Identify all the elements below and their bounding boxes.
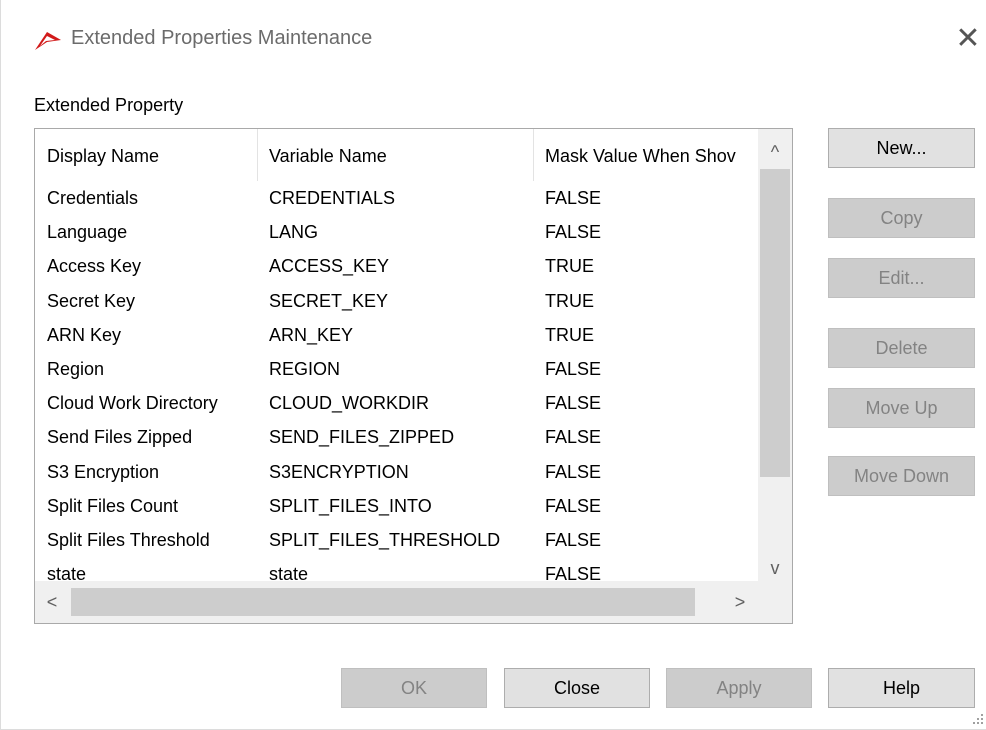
scroll-right-arrow-icon[interactable]: >	[723, 581, 757, 623]
table-row[interactable]: Split Files Threshold SPLIT_FILES_THRESH…	[35, 523, 757, 557]
table-row[interactable]: Secret Key SECRET_KEY TRUE	[35, 284, 757, 318]
cell-display-name: Access Key	[47, 256, 142, 277]
table-row[interactable]: Credentials CREDENTIALS FALSE	[35, 181, 757, 215]
scroll-corner	[758, 581, 792, 623]
cell-display-name: Split Files Count	[47, 495, 179, 516]
cell-mask-value: FALSE	[545, 358, 602, 379]
cell-mask-value: FALSE	[545, 461, 602, 482]
cell-display-name: Credentials	[47, 188, 139, 208]
close-button[interactable]: Close	[504, 668, 650, 708]
cell-mask-value: TRUE	[545, 290, 594, 311]
cell-mask-value: FALSE	[545, 495, 602, 516]
scroll-down-arrow-icon[interactable]: v	[758, 551, 792, 585]
cell-variable-name: ACCESS_KEY	[269, 256, 390, 277]
table-row[interactable]: Language LANG FALSE	[35, 215, 757, 249]
dialog-window: Extended Properties Maintenance ✕ Extend…	[0, 0, 986, 730]
cell-variable-name: CREDENTIALS	[269, 188, 396, 208]
column-header-variable-name[interactable]: Variable Name	[257, 129, 533, 181]
cell-mask-value: TRUE	[545, 256, 594, 277]
cell-variable-name: LANG	[269, 222, 319, 243]
cell-variable-name: SPLIT_FILES_THRESHOLD	[269, 529, 501, 550]
table-header: Display Name Variable Name Mask Value Wh…	[35, 129, 757, 181]
close-window-icon[interactable]: ✕	[951, 22, 985, 56]
move-down-button[interactable]: Move Down	[828, 456, 975, 496]
cell-variable-name: SECRET_KEY	[269, 290, 389, 311]
edit-button[interactable]: Edit...	[828, 258, 975, 298]
column-header-mask-value[interactable]: Mask Value When Shov	[533, 129, 757, 181]
move-up-button[interactable]: Move Up	[828, 388, 975, 428]
scroll-up-arrow-icon[interactable]: ^	[758, 135, 792, 169]
scroll-left-arrow-icon[interactable]: <	[35, 581, 69, 623]
cell-display-name: Region	[47, 358, 105, 379]
cell-mask-value: FALSE	[545, 529, 602, 550]
window-title: Extended Properties Maintenance	[71, 27, 373, 49]
cell-display-name: S3 Encryption	[47, 461, 160, 482]
vertical-scrollbar[interactable]: ^ v	[758, 129, 792, 581]
table-row[interactable]: Access Key ACCESS_KEY TRUE	[35, 249, 757, 283]
table-row[interactable]: Send Files Zipped SEND_FILES_ZIPPED FALS…	[35, 420, 757, 454]
table-row[interactable]: Region REGION FALSE	[35, 352, 757, 386]
vertical-scroll-thumb[interactable]	[760, 169, 790, 477]
table-body: Credentials CREDENTIALS FALSE Language L…	[35, 181, 757, 591]
resize-grip-icon[interactable]	[971, 712, 985, 726]
table-row[interactable]: ARN Key ARN_KEY TRUE	[35, 318, 757, 352]
cell-mask-value: FALSE	[545, 393, 602, 414]
cell-variable-name: ARN_KEY	[269, 324, 354, 345]
cell-display-name: Secret Key	[47, 290, 136, 311]
table-row[interactable]: Split Files Count SPLIT_FILES_INTO FALSE	[35, 489, 757, 523]
apply-button[interactable]: Apply	[666, 668, 812, 708]
table-row[interactable]: Cloud Work Directory CLOUD_WORKDIR FALSE	[35, 386, 757, 420]
delete-button[interactable]: Delete	[828, 328, 975, 368]
cell-display-name: Cloud Work Directory	[47, 393, 218, 414]
cell-display-name: Send Files Zipped	[47, 427, 193, 448]
title-bar: Extended Properties Maintenance ✕	[1, 0, 986, 80]
cell-display-name: Language	[47, 222, 128, 243]
cell-variable-name: REGION	[269, 358, 341, 379]
app-arrow-icon	[33, 28, 63, 54]
horizontal-scroll-thumb[interactable]	[71, 588, 695, 616]
cell-variable-name: S3ENCRYPTION	[269, 461, 409, 482]
cell-mask-value: FALSE	[545, 427, 602, 448]
copy-button[interactable]: Copy	[828, 198, 975, 238]
cell-mask-value: FALSE	[545, 222, 602, 243]
cell-mask-value: TRUE	[545, 324, 594, 345]
cell-mask-value: FALSE	[545, 188, 602, 208]
cell-variable-name: SEND_FILES_ZIPPED	[269, 427, 455, 448]
horizontal-scrollbar[interactable]: < >	[35, 581, 758, 623]
cell-display-name: ARN Key	[47, 324, 122, 345]
table-row[interactable]: S3 Encryption S3ENCRYPTION FALSE	[35, 455, 757, 489]
cell-display-name: Split Files Threshold	[47, 529, 210, 550]
cell-variable-name: CLOUD_WORKDIR	[269, 393, 430, 414]
cell-variable-name: SPLIT_FILES_INTO	[269, 495, 432, 516]
ok-button[interactable]: OK	[341, 668, 487, 708]
help-button[interactable]: Help	[828, 668, 975, 708]
extended-property-label: Extended Property	[34, 95, 184, 115]
extended-property-table[interactable]: Display Name Variable Name Mask Value Wh…	[34, 128, 793, 624]
column-header-display-name[interactable]: Display Name	[35, 129, 257, 181]
new-button[interactable]: New...	[828, 128, 975, 168]
